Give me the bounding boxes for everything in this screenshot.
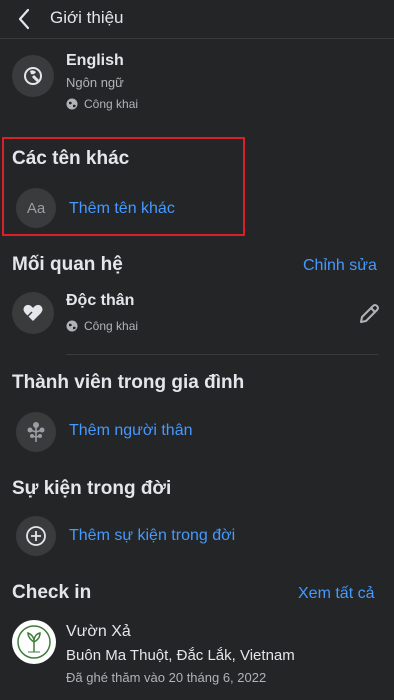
place-name[interactable]: Vườn Xả xyxy=(66,623,131,641)
relationship-status: Độc thân xyxy=(66,292,135,309)
place-logo[interactable] xyxy=(12,620,56,664)
font-aa-icon: Aa xyxy=(16,188,56,228)
globe-icon xyxy=(66,320,78,332)
family-heading: Thành viên trong gia đình xyxy=(12,372,245,393)
privacy-label: Công khai xyxy=(84,97,139,111)
language-value: English xyxy=(66,52,124,69)
family-tree-icon xyxy=(16,412,56,452)
visit-date: Đã ghé thăm vào 20 tháng 6, 2022 xyxy=(66,670,267,685)
add-circle-icon xyxy=(16,516,56,556)
relationship-heading: Mối quan hệ xyxy=(12,254,123,275)
divider xyxy=(66,354,378,355)
checkin-heading: Check in xyxy=(12,582,92,603)
add-other-name-link[interactable]: Thêm tên khác xyxy=(69,200,175,218)
language-privacy[interactable]: Công khai xyxy=(66,97,138,111)
place-location: Buôn Ma Thuột, Đắc Lắk, Vietnam xyxy=(66,647,295,664)
heart-icon xyxy=(12,292,54,334)
globe-icon xyxy=(66,98,78,110)
add-life-event-link[interactable]: Thêm sự kiện trong đời xyxy=(69,527,235,545)
back-arrow-icon[interactable] xyxy=(14,6,36,32)
pencil-icon[interactable] xyxy=(357,302,381,326)
relationship-privacy[interactable]: Công khai xyxy=(66,319,138,333)
relationship-edit-link[interactable]: Chỉnh sửa xyxy=(303,257,377,275)
life-events-heading: Sự kiện trong đời xyxy=(12,478,172,499)
add-family-link[interactable]: Thêm người thân xyxy=(69,422,192,440)
language-label: Ngôn ngữ xyxy=(66,75,124,90)
language-icon xyxy=(12,55,54,97)
see-all-link[interactable]: Xem tất cả xyxy=(298,585,374,603)
page-title: Giới thiệu xyxy=(50,8,124,27)
other-names-heading: Các tên khác xyxy=(12,148,130,169)
privacy-label: Công khai xyxy=(84,319,139,333)
